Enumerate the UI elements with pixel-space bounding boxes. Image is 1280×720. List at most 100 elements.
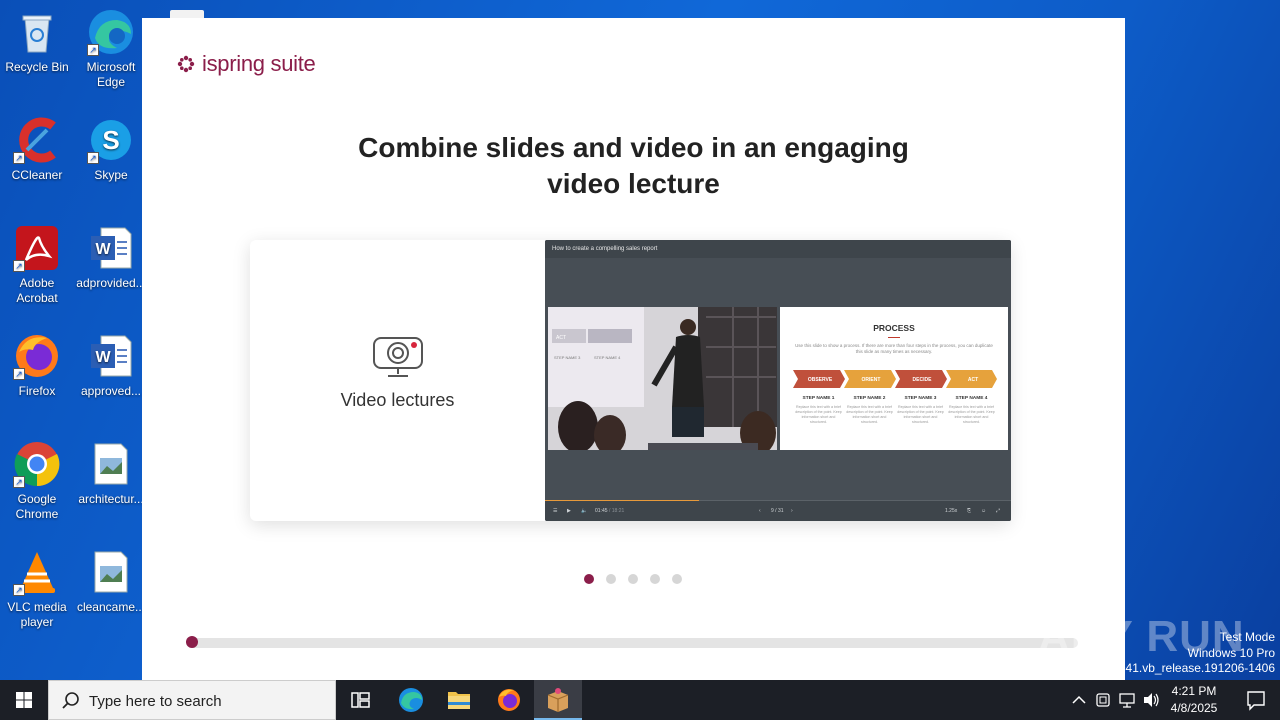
desktop-icon-image-1[interactable]: architectur...	[76, 440, 146, 507]
chevron-label: ORIENT	[862, 377, 881, 383]
device-icon	[1096, 693, 1110, 707]
feature-card-left: Video lectures	[250, 240, 545, 521]
process-step: STEP NAME 4 Replace this text with a bri…	[946, 396, 997, 425]
recycle-bin-icon	[13, 8, 61, 56]
word-doc-icon: W	[87, 332, 135, 380]
tray-volume-button[interactable]	[1140, 680, 1162, 720]
video-player: How to create a compelling sales report …	[545, 240, 1011, 521]
prev-slide-icon[interactable]: ‹	[759, 501, 761, 521]
edge-icon: ↗	[87, 8, 135, 56]
outline-menu-icon[interactable]: ☰	[553, 501, 557, 521]
process-chevrons: OBSERVE ORIENT DECIDE ACT	[793, 370, 997, 388]
presenter-video-image: ACT STEP NAME 3 STEP NAME 4	[548, 307, 777, 450]
process-steps: STEP NAME 1 Replace this text with a bri…	[793, 396, 997, 425]
desktop-icon-ccleaner[interactable]: ↗ CCleaner	[2, 116, 72, 183]
webcam-icon	[373, 337, 423, 377]
desktop-icon-chrome[interactable]: ↗ Google Chrome	[2, 440, 72, 522]
ccleaner-icon: ↗	[13, 116, 61, 164]
desktop-icon-label: approved...	[80, 384, 142, 398]
feature-card-label: Video lectures	[340, 390, 455, 410]
firefox-icon: ↗	[13, 332, 61, 380]
volume-icon	[1144, 693, 1159, 707]
desktop-icon-recycle-bin[interactable]: Recycle Bin	[2, 8, 72, 75]
desktop-icon-firefox[interactable]: ↗ Firefox	[2, 332, 72, 399]
desktop-icon-skype[interactable]: S ↗ Skype	[76, 116, 146, 183]
taskbar-clock[interactable]: 4:21 PM 4/8/2025	[1160, 683, 1228, 717]
svg-text:W: W	[95, 241, 111, 258]
slide-title-underline	[888, 337, 900, 338]
desktop-icon-label: architectur...	[78, 492, 144, 506]
taskbar-installer-button[interactable]	[534, 680, 582, 720]
player-title: How to create a compelling sales report	[545, 240, 1011, 258]
folder-icon	[448, 692, 470, 709]
taskbar-search-box[interactable]: Type here to search	[48, 680, 336, 720]
video-slide-label: STEP NAME 4	[594, 355, 621, 360]
step-text: Replace this text with a brief descripti…	[948, 405, 995, 424]
windows-logo-icon	[16, 692, 32, 708]
desktop-icon-vlc[interactable]: ↗ VLC media player	[2, 548, 72, 630]
headline-line-1: Combine slides and video in an engaging	[358, 132, 909, 163]
step-text: Replace this text with a brief descripti…	[795, 405, 842, 424]
chevron-label: OBSERVE	[808, 377, 833, 383]
installer-window: ispring suite Combine slides and video i…	[142, 18, 1125, 680]
carousel-dot-2[interactable]	[606, 574, 616, 584]
tray-overflow-button[interactable]	[1068, 680, 1090, 720]
system-info: Test Mode Windows 10 Pro 9041.vb_release…	[1112, 630, 1275, 677]
presenter-icon[interactable]: ☺	[981, 501, 986, 521]
next-slide-icon[interactable]: ›	[791, 501, 793, 521]
notification-icon	[1247, 691, 1265, 711]
desktop-icon-acrobat[interactable]: ↗ Adobe Acrobat	[2, 224, 72, 306]
firefox-icon	[498, 689, 520, 711]
step-text: Replace this text with a brief descripti…	[846, 405, 893, 424]
search-placeholder: Type here to search	[89, 693, 222, 710]
slide-title: PROCESS	[873, 323, 915, 333]
carousel-dot-1[interactable]	[584, 574, 594, 584]
carousel-dot-5[interactable]	[672, 574, 682, 584]
desktop-icon-label: Microsoft Edge	[86, 60, 136, 89]
step-name: STEP NAME 3	[904, 396, 937, 401]
desktop-icon-image-2[interactable]: cleancame...	[76, 548, 146, 615]
logo-text: ispring suite	[202, 51, 316, 76]
chevron-up-icon	[1072, 695, 1086, 704]
desktop-icon-label: Google Chrome	[15, 492, 59, 521]
task-view-icon	[351, 692, 370, 708]
time-total: / 18:21	[609, 508, 625, 514]
video-slide-label: ACT	[556, 335, 566, 341]
tray-device-button[interactable]	[1092, 680, 1114, 720]
taskbar-edge-button[interactable]	[387, 680, 435, 720]
desktop-icon-word-doc-2[interactable]: W approved...	[76, 332, 146, 399]
network-icon	[1119, 693, 1135, 708]
desktop-icon-label: CCleaner	[11, 168, 63, 182]
slide-counter: 9 / 31	[771, 508, 784, 514]
attachment-icon[interactable]: ⎘	[967, 501, 971, 521]
install-progress-track	[188, 638, 1078, 648]
desktop-icon-label: Skype	[94, 168, 128, 182]
installer-package-icon	[547, 688, 569, 712]
taskbar-firefox-button[interactable]	[485, 680, 533, 720]
desktop-icon-label: adprovided...	[76, 276, 146, 290]
edge-icon	[399, 688, 423, 712]
play-icon[interactable]: ▶	[567, 501, 571, 521]
desktop-icon-word-doc-1[interactable]: W adprovided...	[76, 224, 146, 291]
step-name: STEP NAME 4	[955, 396, 988, 401]
start-button[interactable]	[0, 680, 48, 720]
playback-speed[interactable]: 1.25x	[945, 501, 957, 521]
system-info-line: Test Mode	[1219, 630, 1275, 644]
headline: Combine slides and video in an engaging …	[142, 130, 1125, 202]
chevron-label: ACT	[968, 377, 978, 383]
fullscreen-icon[interactable]: ⤢	[996, 501, 1000, 521]
desktop-icon-edge[interactable]: ↗ Microsoft Edge	[76, 8, 146, 90]
carousel-dot-3[interactable]	[628, 574, 638, 584]
headline-line-2: video lecture	[547, 168, 720, 199]
volume-icon[interactable]: 🔈	[581, 501, 587, 521]
tray-network-button[interactable]	[1116, 680, 1138, 720]
action-center-button[interactable]	[1232, 680, 1280, 720]
carousel-dot-4[interactable]	[650, 574, 660, 584]
slide-description: Use this slide to show a process. If the…	[795, 343, 993, 354]
taskbar-explorer-button[interactable]	[435, 680, 483, 720]
task-view-button[interactable]	[336, 680, 384, 720]
image-file-icon	[87, 440, 135, 488]
carousel-pagination	[584, 574, 682, 584]
desktop-icon-label: Recycle Bin	[5, 60, 69, 74]
video-slide-label: STEP NAME 3	[554, 355, 581, 360]
